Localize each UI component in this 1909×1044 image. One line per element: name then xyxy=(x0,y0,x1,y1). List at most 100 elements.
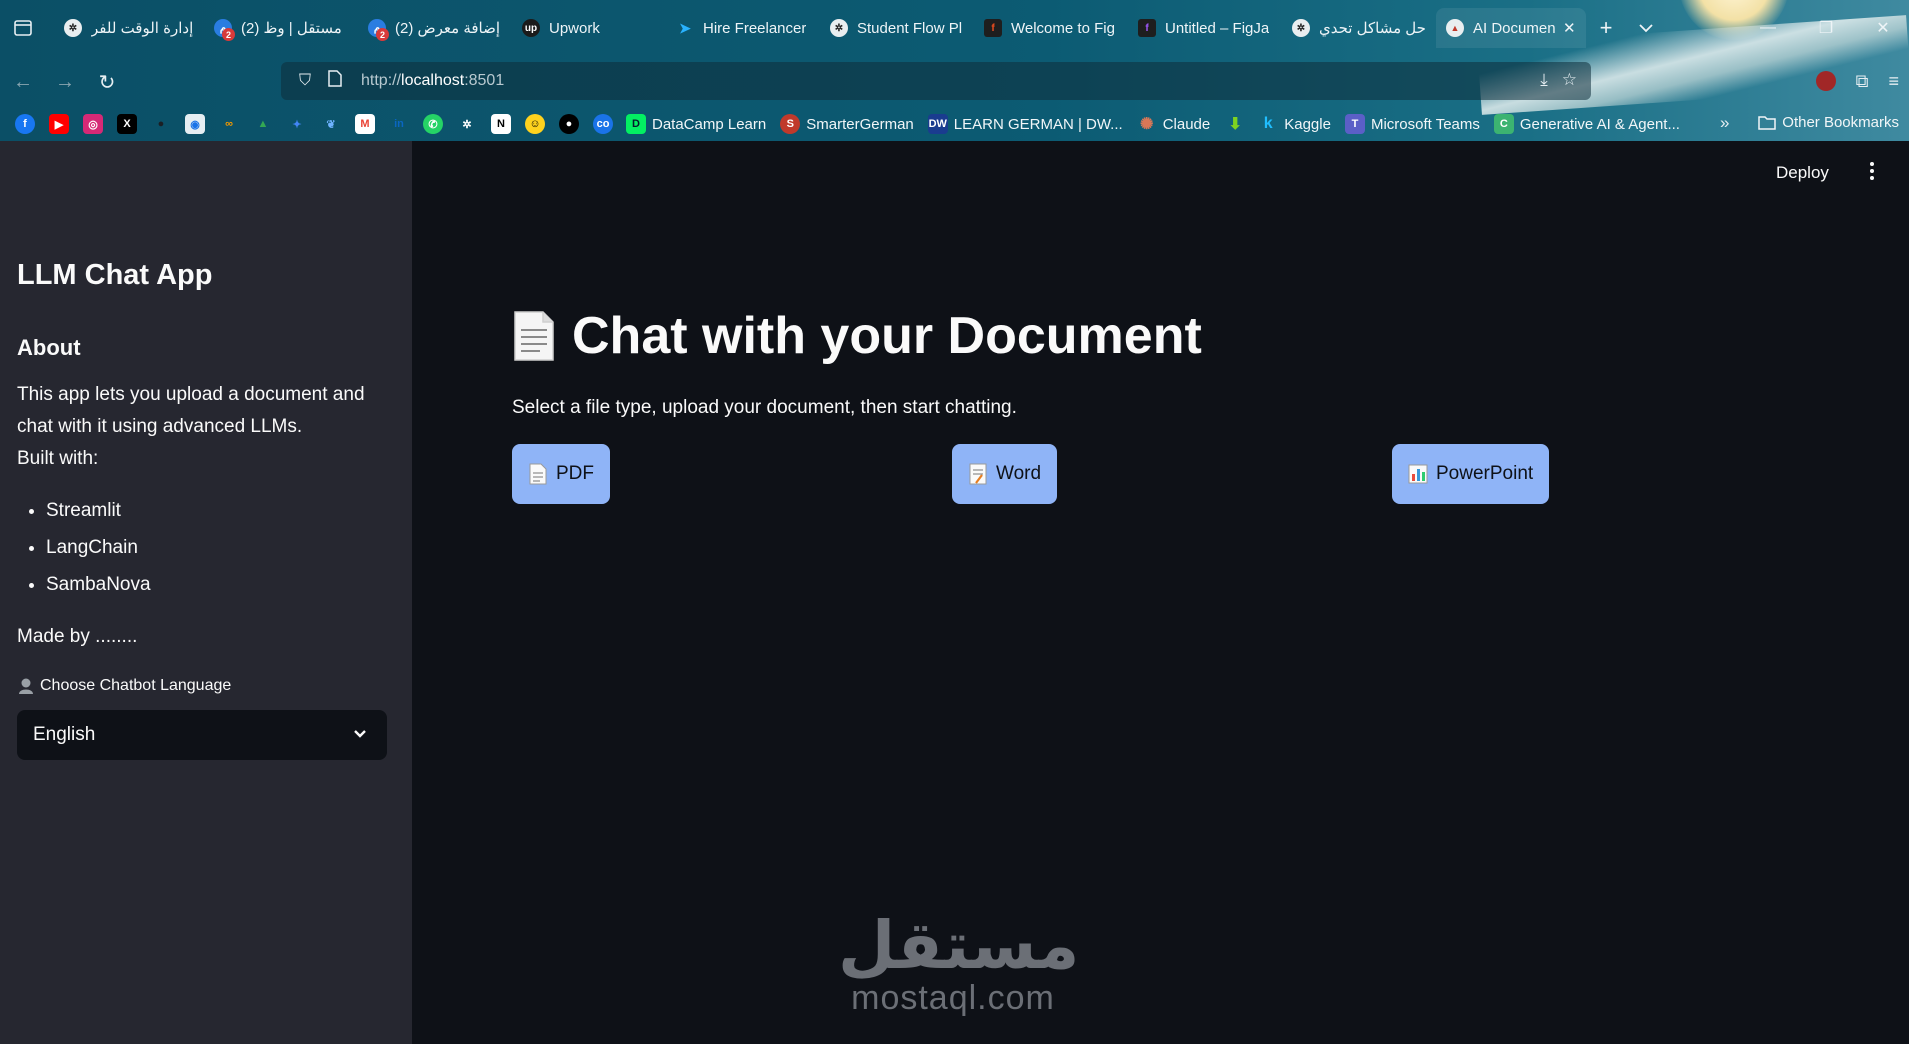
about-text: This app lets you upload a document and … xyxy=(17,384,365,469)
powerpoint-button[interactable]: PowerPoint xyxy=(1392,444,1550,504)
colab-icon[interactable]: co xyxy=(593,114,613,134)
shield-icon: ⛉ xyxy=(298,72,311,89)
freelancer-icon: ➤ xyxy=(679,19,691,36)
bookmarks-bar: f ▶ ◎ X ● ◉ ∞ ▲ ✦ ❦ M in ✆ ✲ N ☺ ● co DD… xyxy=(0,110,1909,138)
bookmark-claude[interactable]: ✺ Claude xyxy=(1137,114,1210,134)
youtube-icon[interactable]: ▶ xyxy=(49,114,69,134)
bookmark-datacamp[interactable]: D DataCamp Learn xyxy=(626,114,766,134)
bar-chart-icon xyxy=(1408,464,1428,484)
language-select[interactable]: English xyxy=(17,710,387,760)
chatgpt-icon[interactable]: ✲ xyxy=(457,114,477,134)
tab-5[interactable]: ✲ Student Flow Pl xyxy=(820,8,974,48)
restore-icon[interactable]: ❐ xyxy=(1803,10,1849,46)
bookmark-kaggle[interactable]: k Kaggle xyxy=(1258,114,1331,134)
deploy-button[interactable]: Deploy xyxy=(1776,163,1829,183)
watermark-logo: مستقل xyxy=(838,907,1080,984)
list-item: SambaNova xyxy=(46,566,151,603)
tab-2[interactable]: م 2 (2) إضافة معرض xyxy=(358,8,512,48)
tab-1[interactable]: م 2 (2) مستقل | وظ xyxy=(204,8,358,48)
other-bookmarks[interactable]: Other Bookmarks xyxy=(1758,114,1899,131)
tab-3[interactable]: up Upwork xyxy=(512,8,666,48)
apple-icon[interactable]: ● xyxy=(151,114,171,134)
bookmark-dw[interactable]: DW LEARN GERMAN | DW... xyxy=(927,114,1123,134)
github-icon[interactable]: ● xyxy=(559,114,579,134)
memo-icon xyxy=(969,463,987,485)
nav-bar: ← → ↻ ⛉ http://localhost:8501 ⤓ ☆ ⧉ ≡ xyxy=(0,62,1909,102)
chevron-down-icon[interactable] xyxy=(1626,20,1666,36)
close-icon[interactable]: ✕ xyxy=(1563,19,1576,37)
claude-icon: ✺ xyxy=(1139,116,1154,133)
gemini-icon[interactable]: ✦ xyxy=(287,114,307,134)
tab-8[interactable]: ✲ حل مشاكل تحدي xyxy=(1282,8,1436,48)
page-title: Chat with your Document xyxy=(512,306,1202,366)
google-lens-icon[interactable]: ◉ xyxy=(185,114,205,134)
tab-strip: ✲ إدارة الوقت للفر م 2 (2) مستقل | وظ م … xyxy=(0,0,1909,56)
tab-9-active[interactable]: ▲ AI Documen ✕ xyxy=(1436,8,1586,48)
word-button[interactable]: Word xyxy=(952,444,1058,504)
streamlit-icon: ▲ xyxy=(1446,19,1464,37)
chevron-down-icon xyxy=(354,730,366,738)
instagram-icon[interactable]: ◎ xyxy=(83,114,103,134)
page-subtitle: Select a file type, upload your document… xyxy=(512,397,1017,418)
datacamp-icon: D xyxy=(626,114,646,134)
coursera-loop-icon[interactable]: ∞ xyxy=(219,114,239,134)
chatgpt-icon: ✲ xyxy=(830,19,848,37)
mostaql-watermark: مستقل mostaql.com xyxy=(838,907,1080,1041)
profile-avatar[interactable] xyxy=(1815,71,1836,91)
new-tab-icon[interactable]: + xyxy=(1586,15,1626,41)
minimize-icon[interactable]: — xyxy=(1745,10,1791,46)
facebook-icon[interactable]: f xyxy=(15,114,35,134)
page-icon xyxy=(529,463,547,485)
folder-icon xyxy=(1758,116,1777,130)
star-icon[interactable]: ☆ xyxy=(1562,70,1577,90)
gmail-icon[interactable]: M xyxy=(355,114,375,134)
huggingface-icon[interactable]: ☺ xyxy=(525,114,545,134)
bookmark-smartergerman[interactable]: S SmarterGerman xyxy=(780,114,914,134)
notification-badge: 2 xyxy=(376,28,389,41)
built-with-list: Streamlit LangChain SambaNova xyxy=(46,492,151,603)
tab-7[interactable]: f Untitled – FigJa xyxy=(1128,8,1282,48)
close-window-icon[interactable]: ✕ xyxy=(1860,10,1906,46)
tab-4[interactable]: ➤ Hire Freelancer xyxy=(666,8,820,48)
coursera-icon: C xyxy=(1493,114,1514,134)
speaking-head-icon xyxy=(19,678,33,694)
list-item: LangChain xyxy=(46,529,151,566)
kaggle-icon: k xyxy=(1263,115,1273,132)
forward-arrow-icon[interactable]: → xyxy=(44,64,86,100)
pdf-button[interactable]: PDF xyxy=(512,444,610,504)
language-label: Choose Chatbot Language xyxy=(17,677,231,695)
upwork-icon: up xyxy=(522,19,540,37)
address-bar[interactable]: ⛉ http://localhost:8501 ⤓ ☆ xyxy=(281,62,1591,100)
reload-icon[interactable]: ↻ xyxy=(86,64,128,100)
menu-icon[interactable]: ≡ xyxy=(1888,71,1899,92)
x-icon[interactable]: X xyxy=(117,114,137,134)
tab-overview-icon[interactable] xyxy=(6,11,40,45)
chevron-double-right-icon[interactable]: » xyxy=(1720,113,1729,133)
list-item: Streamlit xyxy=(46,492,151,529)
download-icon[interactable]: ⤓ xyxy=(1540,70,1548,90)
notification-badge: 2 xyxy=(222,28,235,41)
google-drive-icon[interactable]: ▲ xyxy=(253,114,273,134)
url-text[interactable]: http://localhost:8501 xyxy=(361,72,504,90)
main-menu-icon[interactable] xyxy=(1862,159,1882,183)
chatgpt-icon: ✲ xyxy=(1292,19,1310,37)
page-icon xyxy=(321,70,349,92)
bookmark-teams[interactable]: T Microsoft Teams xyxy=(1344,114,1480,134)
tab-0[interactable]: ✲ إدارة الوقت للفر xyxy=(54,8,204,48)
browser-chrome: ✲ إدارة الوقت للفر م 2 (2) مستقل | وظ م … xyxy=(0,0,1909,141)
dw-icon: DW xyxy=(927,114,948,134)
page-icon xyxy=(514,311,554,361)
tab-6[interactable]: f Welcome to Fig xyxy=(974,8,1128,48)
about-heading: About xyxy=(17,335,81,360)
download-arrow-icon[interactable]: ⬇ xyxy=(1225,114,1245,134)
bookmark-generative-ai[interactable]: C Generative AI & Agent... xyxy=(1493,114,1680,134)
linkedin-icon[interactable]: in xyxy=(389,114,409,134)
copilot-icon[interactable]: ❦ xyxy=(321,114,341,134)
chatgpt-icon: ✲ xyxy=(64,19,82,37)
streamlit-app: LLM Chat App About This app lets you upl… xyxy=(0,141,1909,1044)
notion-icon[interactable]: N xyxy=(491,114,511,134)
extensions-icon[interactable]: ⧉ xyxy=(1856,71,1869,92)
whatsapp-icon[interactable]: ✆ xyxy=(423,114,443,134)
back-arrow-icon[interactable]: ← xyxy=(2,64,44,100)
made-by-text: Made by ........ xyxy=(17,626,138,647)
